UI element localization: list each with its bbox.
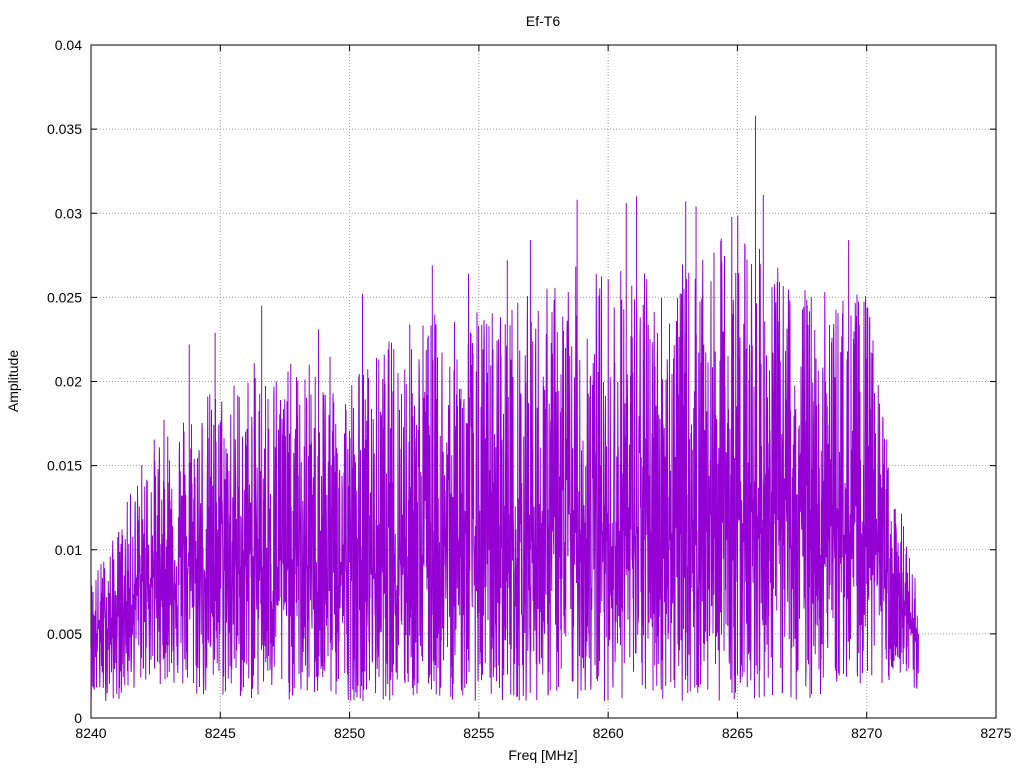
x-tick-label: 8245 (205, 725, 236, 741)
y-tick-label: 0.01 (55, 542, 82, 558)
y-tick-label: 0.04 (55, 37, 82, 53)
series-line (90, 115, 919, 702)
y-tick-label: 0.025 (47, 289, 82, 305)
x-tick-label: 8275 (980, 725, 1011, 741)
y-tick-label: 0.035 (47, 121, 82, 137)
x-tick-label: 8240 (75, 725, 106, 741)
x-axis-label: Freq [MHz] (508, 747, 577, 763)
y-tick-label: 0.015 (47, 458, 82, 474)
y-tick-label: 0.02 (55, 374, 82, 390)
chart: 8240 8245 8250 8255 8260 8265 8270 8275 0 0.005 0.… (5, 13, 1012, 763)
x-tick-label: 8260 (593, 725, 624, 741)
x-tick-label: 8250 (334, 725, 365, 741)
y-axis-label: Amplitude (5, 350, 21, 412)
y-tick-label: 0.005 (47, 626, 82, 642)
y-tick-label: 0 (74, 710, 82, 726)
x-tick-label: 8270 (851, 725, 882, 741)
x-tick-label: 8265 (722, 725, 753, 741)
chart-title: Ef-T6 (526, 13, 560, 29)
x-tick-label: 8255 (463, 725, 494, 741)
y-tick-label: 0.03 (55, 205, 82, 221)
